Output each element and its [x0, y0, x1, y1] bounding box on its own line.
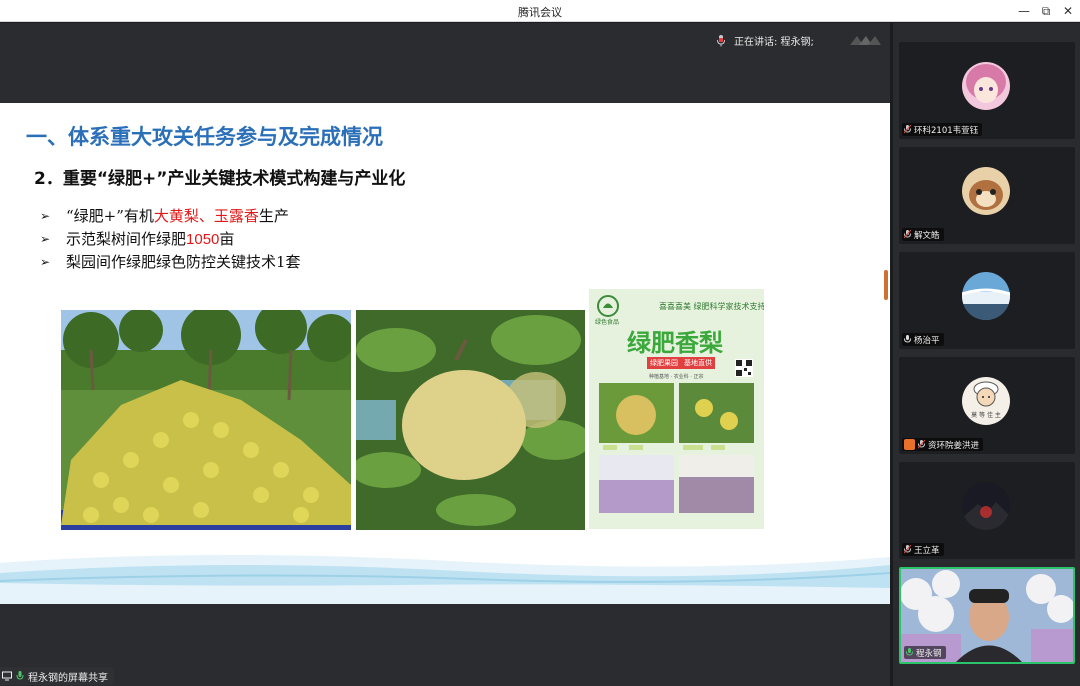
bullet-text: 亩 — [219, 230, 235, 248]
bullet-text: 生产 — [258, 207, 289, 225]
close-button[interactable]: ✕ — [1057, 2, 1079, 20]
arrow-icon: ➢ — [40, 232, 51, 246]
bagged-pear-photo — [356, 310, 585, 530]
screen-share-text: 程永钢的屏幕共享 — [28, 672, 108, 684]
participant-name: 资环院姜洪进 — [928, 440, 980, 451]
microphone-icon — [904, 335, 911, 343]
bullet-text: 梨园间作绿肥绿色防控关键技术1套 — [66, 253, 301, 271]
avatar-caption: 莫 等 佳 主 — [971, 412, 1001, 419]
slide-wave-decoration — [0, 554, 890, 604]
participant-name-tag: 资环院姜洪进 — [902, 438, 984, 451]
poster-title: 绿肥香梨 — [627, 329, 723, 357]
pear-harvest-photo — [61, 310, 351, 530]
green-food-logo-icon — [597, 295, 619, 317]
qr-code-icon — [735, 359, 753, 377]
microphone-icon — [16, 671, 24, 680]
participant-name: 环科2101韦萱钰 — [914, 125, 979, 136]
presentation-slide: 一、体系重大攻关任务参与及完成情况 2．重要“绿肥+”产业关键技术模式构建与产业… — [0, 103, 890, 604]
poster-tag: 基地直供 — [681, 357, 715, 369]
poster-photo-grid — [599, 383, 754, 513]
bullet-item: ➢ “绿肥+”有机 大黄梨、玉露香 生产 — [40, 205, 301, 228]
participant-tile[interactable]: 环科2101韦萱钰 — [899, 42, 1075, 139]
screen-share-icon — [2, 671, 12, 681]
mic-muted-icon — [904, 230, 911, 239]
green-manure-pear-poster: 绿色食品 喜喜喜美 绿肥科学家技术支持 绿肥香梨 绿肥果园 基地直供 种植基地 … — [589, 289, 764, 529]
participant-tile[interactable]: 莫 等 佳 主 资环院姜洪进 — [899, 357, 1075, 454]
participant-tile[interactable]: 解文皓 — [899, 147, 1075, 244]
window-title: 腾讯会议 — [518, 6, 562, 19]
bullet-list: ➢ “绿肥+”有机 大黄梨、玉露香 生产 ➢ 示范梨树间作绿肥 1050 亩 ➢… — [40, 205, 301, 274]
bullet-item: ➢ 梨园间作绿肥绿色防控关键技术1套 — [40, 251, 301, 274]
bullet-text: 示范梨树间作绿肥 — [66, 230, 187, 248]
participant-tile[interactable]: 杨治平 — [899, 252, 1075, 349]
anime-girl-avatar-icon — [962, 62, 1010, 110]
poster-footer: 种植基地 · 农业科 · 正宗 — [649, 374, 704, 380]
bullet-highlight: 大黄梨、玉露香 — [153, 207, 259, 225]
waterfall-avatar-icon — [962, 272, 1010, 320]
participant-name-tag: 王立革 — [902, 543, 944, 556]
slide-title: 一、体系重大攻关任务参与及完成情况 — [26, 125, 383, 149]
arrow-icon: ➢ — [40, 255, 51, 269]
screen-share-label: 程永钢的屏幕共享 — [0, 667, 114, 685]
poster-brand: 绿色食品 — [595, 319, 620, 326]
chef-face-icon — [973, 381, 999, 407]
mic-muted-icon — [904, 545, 911, 554]
participant-name: 解文皓 — [914, 230, 940, 241]
arrow-icon: ➢ — [40, 209, 51, 223]
participant-name: 王立革 — [914, 545, 940, 556]
chipmunk-avatar-icon — [962, 167, 1010, 215]
participant-name-tag: 环科2101韦萱钰 — [902, 123, 983, 136]
host-icon — [904, 439, 915, 450]
participant-name: 杨治平 — [914, 335, 940, 346]
participant-name-tag: 杨治平 — [902, 333, 944, 346]
bullet-text: “绿肥+”有机 — [66, 207, 154, 225]
slide-scroll-handle[interactable] — [884, 270, 888, 300]
participant-name-tag: 解文皓 — [902, 228, 944, 241]
microphone-icon — [906, 648, 913, 656]
restore-button[interactable]: ⧉ — [1035, 2, 1057, 20]
speaking-label: 正在讲话: 程永钢; — [734, 37, 814, 48]
mic-muted-icon — [918, 440, 925, 449]
bullet-item: ➢ 示范梨树间作绿肥 1050 亩 — [40, 228, 301, 251]
minimize-button[interactable]: — — [1013, 2, 1035, 20]
participant-tile[interactable]: 王立革 — [899, 462, 1075, 559]
slide-subtitle: 2．重要“绿肥+”产业关键技术模式构建与产业化 — [34, 169, 406, 189]
night-landscape-avatar-icon — [962, 482, 1010, 530]
poster-header: 喜喜喜美 绿肥科学家技术支持 — [659, 302, 764, 311]
mic-muted-icon — [904, 125, 911, 134]
participant-name: 程永钢 — [916, 648, 942, 659]
bullet-highlight: 1050 — [186, 231, 220, 248]
window-titlebar: 腾讯会议 — ⧉ ✕ — [0, 0, 1080, 22]
poster-tag: 绿肥果园 — [647, 357, 681, 369]
participants-sidebar: 环科2101韦萱钰 解文皓 杨治平 莫 等 佳 主 资环院姜洪进 王立革 程永钢 — [893, 23, 1080, 686]
tencent-meeting-logo-icon — [850, 36, 881, 45]
microphone-icon — [717, 34, 725, 46]
speaking-indicator: 正在讲话: 程永钢; — [716, 33, 814, 48]
cartoon-chef-avatar-icon: 莫 等 佳 主 — [962, 377, 1010, 425]
participant-name-tag: 程永钢 — [904, 646, 946, 659]
participant-video-tile[interactable]: 程永钢 — [899, 567, 1075, 664]
